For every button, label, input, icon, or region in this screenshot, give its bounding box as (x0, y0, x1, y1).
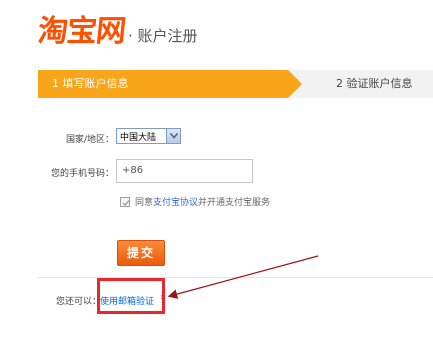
phone-prefix: +86 (122, 165, 144, 176)
phone-input[interactable]: +86 (116, 159, 253, 183)
alternative-label: 您还可以： (56, 297, 102, 307)
highlight-box (97, 278, 165, 314)
agree-suffix: 并开通支付宝服务 (198, 198, 271, 208)
step-arrow-icon (288, 70, 302, 98)
header: 淘宝网 · 账户注册 (36, 14, 198, 50)
page-title: · 账户注册 (128, 27, 198, 45)
country-label: 国家/地区： (65, 135, 114, 145)
registration-steps: 1 填写账户信息 2 验证账户信息 (38, 70, 433, 98)
taobao-logo[interactable]: 淘宝网 (36, 14, 127, 50)
step-fill-account: 1 填写账户信息 (38, 70, 288, 98)
agreement-row: 同意 支付宝协议 并开通支付宝服务 (120, 195, 270, 208)
step-verify-account: 2 验证账户信息 (336, 77, 413, 90)
submit-button[interactable]: 提交 (117, 240, 165, 266)
agree-prefix: 同意 (135, 198, 154, 208)
checkmark-icon (122, 199, 130, 206)
alipay-agreement-link[interactable]: 支付宝协议 (153, 195, 198, 208)
country-select[interactable]: 中国大陆 (116, 128, 181, 144)
agree-checkbox[interactable] (120, 196, 130, 207)
phone-label: 您的手机号码： (50, 169, 114, 179)
dropdown-button[interactable] (166, 129, 180, 143)
chevron-down-icon (170, 133, 178, 139)
country-select-value: 中国大陆 (120, 133, 157, 143)
